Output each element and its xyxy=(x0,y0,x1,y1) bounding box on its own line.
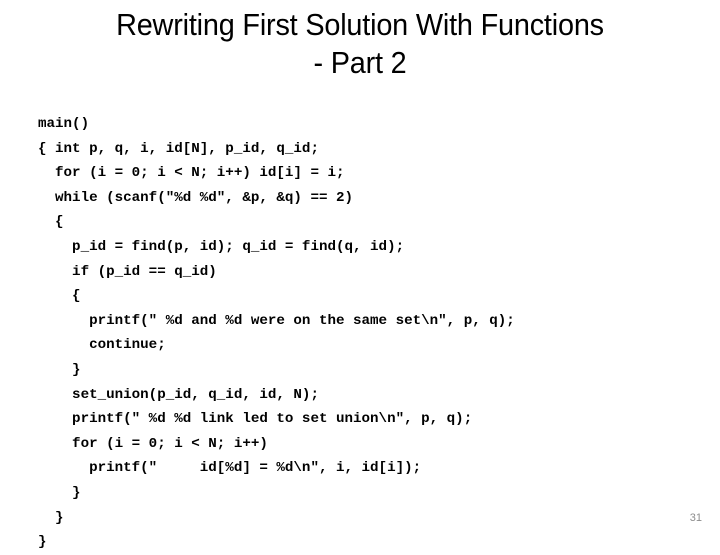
code-line: { int p, q, i, id[N], p_id, q_id; xyxy=(38,140,319,157)
title-line-1: Rewriting First Solution With Functions xyxy=(116,7,604,42)
slide-title: Rewriting First Solution With Functions … xyxy=(24,6,696,82)
code-line: } xyxy=(38,484,81,501)
page-number: 31 xyxy=(689,512,702,524)
code-line: if (p_id == q_id) xyxy=(38,263,217,280)
code-line: p_id = find(p, id); q_id = find(q, id); xyxy=(38,238,405,255)
code-listing: main(){ int p, q, i, id[N], p_id, q_id; … xyxy=(38,112,678,555)
code-line: continue; xyxy=(38,337,166,354)
code-line: for (i = 0; i < N; i++) xyxy=(38,435,268,452)
code-line: printf(" %d %d link led to set union\n",… xyxy=(38,411,473,428)
code-line: printf(" id[%d] = %d\n", i, id[i]); xyxy=(38,460,422,477)
code-line: printf(" %d and %d were on the same set\… xyxy=(38,312,515,329)
slide-canvas: Rewriting First Solution With Functions … xyxy=(0,0,720,550)
title-line-2: - Part 2 xyxy=(313,45,407,80)
code-line: for (i = 0; i < N; i++) id[i] = i; xyxy=(38,165,345,182)
code-line: } xyxy=(38,534,47,551)
code-line: { xyxy=(38,288,81,305)
code-line: while (scanf("%d %d", &p, &q) == 2) xyxy=(38,189,354,206)
code-line: } xyxy=(38,509,64,526)
code-line: main() xyxy=(38,116,90,132)
code-line: } xyxy=(38,361,81,378)
code-line: { xyxy=(38,214,64,231)
code-line: set_union(p_id, q_id, id, N); xyxy=(38,386,319,403)
